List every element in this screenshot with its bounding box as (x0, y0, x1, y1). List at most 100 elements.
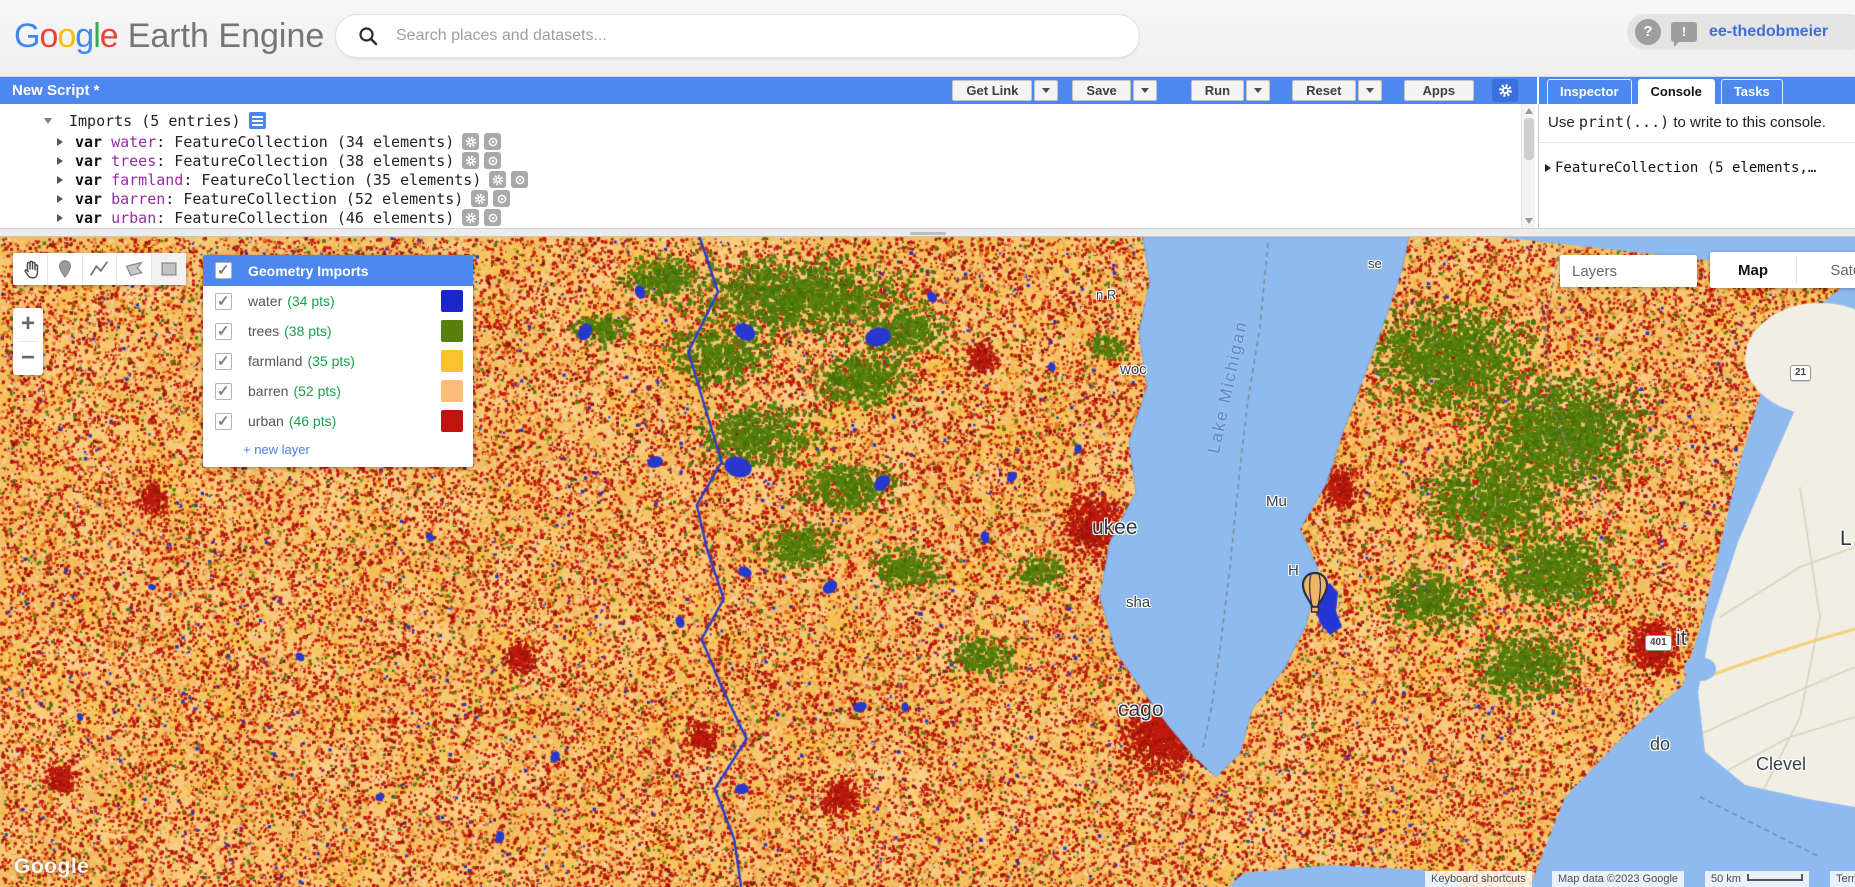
expand-triangle-icon[interactable] (57, 194, 63, 203)
logo-letter: G (14, 17, 40, 55)
keyboard-shortcuts-link[interactable]: Keyboard shortcuts (1425, 871, 1532, 887)
feedback-icon[interactable]: ! (1671, 22, 1697, 47)
layer-point-count: (52 pts) (293, 383, 341, 399)
reset-button[interactable]: Reset (1292, 80, 1356, 101)
layer-checkbox[interactable] (215, 322, 232, 340)
scale-label: 50 km (1711, 873, 1741, 885)
google-watermark: Google (14, 855, 90, 878)
layer-settings-gear-icon[interactable] (462, 133, 480, 150)
layer-checkbox[interactable] (215, 352, 232, 370)
editor-scrollbar[interactable] (1521, 104, 1535, 228)
polygon-tool[interactable] (117, 253, 153, 285)
city-label-toledo: do (1650, 734, 1671, 754)
expand-triangle-icon[interactable] (1545, 164, 1551, 172)
layer-checkbox[interactable] (215, 382, 232, 400)
console-hint: Use print(...) to write to this console. (1548, 113, 1826, 131)
layer-color-swatch[interactable] (441, 290, 463, 312)
zoom-out-button[interactable]: − (13, 342, 43, 375)
search-input[interactable] (396, 27, 1139, 45)
app-logo[interactable]: Google Earth Engine (14, 17, 324, 56)
city-label-muskegon: Mu (1266, 493, 1287, 510)
layer-name: barren (248, 383, 289, 399)
get-link-button[interactable]: Get Link (952, 80, 1033, 101)
layer-name: trees (248, 323, 280, 339)
zoom-in-button[interactable]: + (13, 308, 43, 341)
scrollbar-thumb[interactable] (1524, 118, 1534, 160)
point-marker-tool[interactable] (48, 253, 83, 285)
map-type-map-button[interactable]: Map (1710, 252, 1796, 288)
tab-inspector[interactable]: Inspector (1547, 79, 1632, 104)
var-keyword: var (75, 170, 103, 189)
expand-triangle-icon[interactable] (57, 213, 63, 222)
save-dropdown[interactable] (1132, 80, 1157, 101)
scroll-down-icon[interactable] (1525, 218, 1533, 224)
imports-label: Imports (5 entries) (69, 111, 241, 130)
map-marker-pin[interactable] (1300, 571, 1330, 615)
tab-console[interactable]: Console (1637, 79, 1715, 104)
search-icon (359, 27, 378, 46)
console-panel: Use print(...) to write to this console.… (1538, 104, 1855, 228)
console-output-entry[interactable]: FeatureCollection (5 elements,… (1545, 160, 1855, 176)
layer-color-swatch[interactable] (441, 380, 463, 402)
imports-script-icon[interactable] (248, 112, 266, 129)
polyline-tool[interactable] (83, 253, 118, 285)
map-type-satellite-button[interactable]: Satellite (1797, 252, 1855, 288)
chevron-down-icon (1365, 88, 1374, 93)
geometry-imports-header[interactable]: Geometry Imports (203, 255, 473, 286)
collapse-triangle-icon[interactable] (44, 117, 52, 124)
console-output-text: FeatureCollection (5 elements,… (1555, 160, 1817, 176)
layer-settings-gear-icon[interactable] (462, 209, 480, 226)
settings-gear-icon[interactable] (1492, 79, 1518, 102)
save-button[interactable]: Save (1072, 80, 1131, 101)
zoom-to-layer-target-icon[interactable] (484, 133, 502, 150)
run-dropdown[interactable] (1246, 80, 1271, 101)
layer-row-barren: barren (52 pts) (203, 376, 473, 406)
var-description: : FeatureCollection (38 elements) (156, 151, 455, 170)
import-row-barren: var barren : FeatureCollection (52 eleme… (0, 189, 511, 208)
splitter-grip[interactable] (909, 232, 946, 235)
top-header: GoogleEarth Engine ? ! ee-thedobmeier (0, 0, 1855, 77)
tab-tasks[interactable]: Tasks (1720, 79, 1783, 104)
reset-dropdown[interactable] (1357, 80, 1382, 101)
layer-row-farmland: farmland (35 pts) (203, 346, 473, 376)
var-keyword: var (75, 132, 103, 151)
zoom-to-layer-target-icon[interactable] (493, 190, 511, 207)
expand-triangle-icon[interactable] (57, 137, 63, 146)
layer-row-water: water (34 pts) (203, 286, 473, 316)
layer-color-swatch[interactable] (441, 410, 463, 432)
terms-link[interactable]: Terms (1830, 871, 1855, 887)
layer-settings-gear-icon[interactable] (462, 152, 480, 169)
pan-hand-tool[interactable] (13, 253, 48, 285)
layer-color-swatch[interactable] (441, 350, 463, 372)
logo-letter: o (39, 17, 58, 55)
layer-settings-gear-icon[interactable] (489, 171, 507, 188)
expand-triangle-icon[interactable] (57, 175, 63, 184)
horizontal-splitter[interactable] (0, 228, 1855, 237)
layer-checkbox[interactable] (215, 292, 232, 310)
rectangle-tool[interactable] (152, 253, 186, 285)
zoom-to-layer-target-icon[interactable] (484, 152, 502, 169)
layer-checkbox[interactable] (215, 412, 232, 430)
code-editor[interactable]: Imports (5 entries) var water : FeatureC… (0, 104, 1537, 228)
route-shield-21: 21 (1790, 365, 1812, 381)
user-account-name[interactable]: ee-thedobmeier (1709, 23, 1828, 41)
layers-button[interactable]: Layers (1560, 255, 1697, 287)
layer-row-trees: trees (38 pts) (203, 316, 473, 346)
layer-color-swatch[interactable] (441, 320, 463, 342)
apps-button[interactable]: Apps (1403, 80, 1474, 101)
script-toolbar: New Script * Get Link Save Run Reset App… (0, 77, 1537, 104)
layer-settings-gear-icon[interactable] (471, 190, 489, 207)
geometry-imports-panel: Geometry Imports water (34 pts) trees (3… (203, 255, 473, 467)
zoom-to-layer-target-icon[interactable] (511, 171, 529, 188)
console-tab-bar: Inspector Console Tasks (1538, 77, 1855, 104)
expand-triangle-icon[interactable] (57, 156, 63, 165)
geometry-imports-checkbox[interactable] (215, 261, 232, 279)
run-button[interactable]: Run (1190, 80, 1245, 101)
help-icon[interactable]: ? (1635, 19, 1661, 45)
get-link-dropdown[interactable] (1034, 80, 1059, 101)
map-viewport[interactable]: Lake Michigan woc ukee sha cago Mu H se … (0, 237, 1855, 887)
zoom-to-layer-target-icon[interactable] (484, 209, 502, 226)
city-label-manitowoc: woc (1120, 361, 1147, 378)
new-layer-link[interactable]: + new layer (243, 442, 473, 457)
scroll-up-icon[interactable] (1525, 108, 1533, 114)
